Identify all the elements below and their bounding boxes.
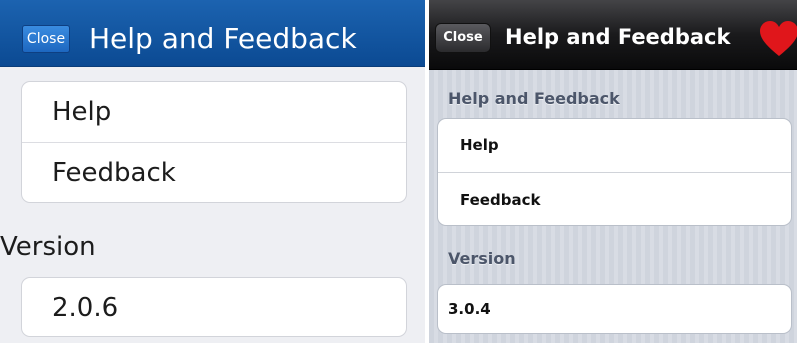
right-screen: Close Help and Feedback Help and Feedbac… xyxy=(429,0,797,343)
right-page-title: Help and Feedback xyxy=(505,25,731,49)
left-version-group: 2.0.6 xyxy=(21,277,407,337)
left-close-button[interactable]: Close xyxy=(22,25,70,53)
left-page-title: Help and Feedback xyxy=(89,22,357,55)
right-version-value: 3.0.4 xyxy=(448,300,491,318)
left-menu-group: Help Feedback xyxy=(21,81,407,203)
left-navbar: Close Help and Feedback xyxy=(0,0,425,67)
left-menu-item-feedback[interactable]: Feedback xyxy=(22,142,406,203)
left-menu-item-help[interactable]: Help xyxy=(22,82,406,142)
right-menu-item-feedback[interactable]: Feedback xyxy=(438,172,791,226)
right-version-label: Version xyxy=(448,249,516,268)
right-menu-group: Help Feedback xyxy=(437,118,792,226)
right-close-button[interactable]: Close xyxy=(435,23,491,53)
right-menu-item-help[interactable]: Help xyxy=(438,119,791,172)
left-version-value: 2.0.6 xyxy=(52,293,119,323)
right-version-group: 3.0.4 xyxy=(437,284,792,334)
left-screen: Close Help and Feedback Help Feedback Ve… xyxy=(0,0,425,343)
right-menu-section-label: Help and Feedback xyxy=(448,89,620,108)
left-version-label: Version xyxy=(0,232,96,262)
heart-icon[interactable] xyxy=(759,20,797,58)
right-navbar: Close Help and Feedback xyxy=(429,0,797,70)
